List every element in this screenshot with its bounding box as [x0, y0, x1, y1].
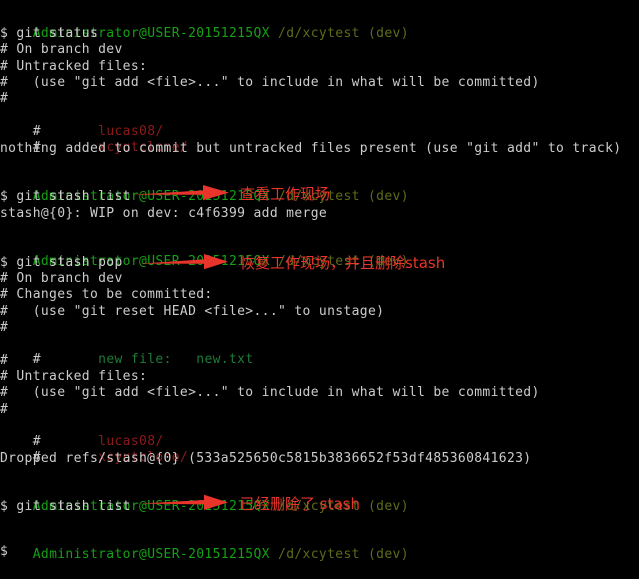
output-line: # On branch dev: [0, 42, 123, 57]
output-line: stash@{0}: WIP on dev: c4f6399 add merge: [0, 206, 328, 221]
staged-file-name: new file: new.txt: [98, 352, 254, 367]
untracked-file-line: # lucas08/: [0, 108, 164, 139]
prompt-user: Administrator@USER-20151215QX: [32, 547, 270, 562]
prompt-line: Administrator@USER-20151215QX /d/xcytest…: [0, 173, 409, 204]
annotation-label: 恢复工作现场，并且删除stash: [240, 254, 446, 272]
prompt-branch: (dev): [368, 26, 409, 41]
output-line: # (use "git reset HEAD <file>..." to uns…: [0, 304, 385, 319]
output-line: # Changes to be committed:: [0, 287, 213, 302]
command-line: $ git stash list: [0, 499, 131, 514]
annotation-label: 查看工作现场: [240, 185, 331, 203]
output-line: # On branch dev: [0, 271, 123, 286]
command-line: $ git status: [0, 26, 99, 41]
prompt-path: /d/xcytest: [278, 547, 360, 562]
prompt-line: Administrator@USER-20151215QX /d/xcytest…: [0, 10, 409, 41]
output-line: # (use "git add <file>..." to include in…: [0, 75, 540, 90]
output-line: #: [0, 320, 9, 335]
prompt-line: Administrator@USER-20151215QX /d/xcytest…: [0, 531, 409, 562]
untracked-file-line: # lucas08/: [0, 418, 164, 449]
command-line: $ git stash pop: [0, 255, 123, 270]
annotation-label: 已经删除了 stash: [240, 495, 360, 513]
staged-file-line: # new file: new.txt: [0, 336, 254, 367]
output-line: #: [0, 91, 9, 106]
prompt-path: /d/xcytest: [278, 26, 360, 41]
command-line: $: [0, 544, 9, 559]
prompt-line: Administrator@USER-20151215QX /d/xcytest…: [0, 238, 409, 269]
untracked-file-line: # xcyutclone/: [0, 124, 188, 155]
output-line: #: [0, 353, 9, 368]
output-line: # Untracked files:: [0, 59, 148, 74]
output-line: # (use "git add <file>..." to include in…: [0, 385, 540, 400]
terminal-window[interactable]: Administrator@USER-20151215QX /d/xcytest…: [0, 0, 639, 562]
untracked-file-line: # xcyutclone/: [0, 434, 188, 465]
prompt-branch: (dev): [368, 189, 409, 204]
prompt-branch: (dev): [368, 499, 409, 514]
command-line: $ git stash list: [0, 189, 131, 204]
output-line: #: [0, 402, 9, 417]
prompt-branch: (dev): [368, 547, 409, 562]
output-line: # Untracked files:: [0, 369, 148, 384]
output-line: Dropped refs/stash@{0} (533a525650c5815b…: [0, 451, 532, 466]
output-line: nothing added to commit but untracked fi…: [0, 141, 622, 156]
hash-marker: #: [32, 352, 41, 367]
